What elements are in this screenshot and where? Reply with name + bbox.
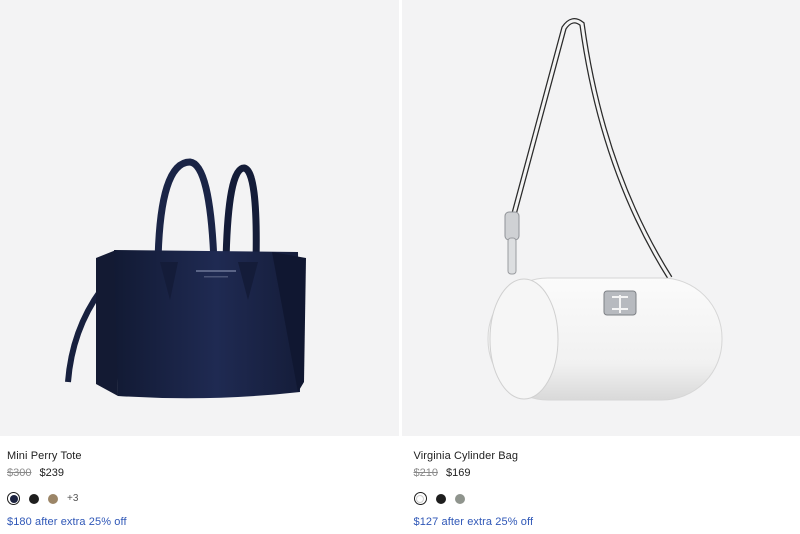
original-price: $210 (413, 467, 438, 479)
color-swatch-black[interactable] (29, 493, 39, 504)
product-image[interactable] (0, 0, 399, 436)
product-grid: Mini Perry Tote $300 $239 +3 $180 after … (0, 0, 800, 534)
color-swatch-sage[interactable] (454, 493, 465, 504)
promo-price: $127 after extra 25% off (413, 516, 534, 528)
white-cylinder-bag-icon (487, 18, 722, 401)
product-card[interactable]: Mini Perry Tote $300 $239 +3 $180 after … (0, 0, 400, 534)
color-swatch-taupe[interactable] (48, 493, 58, 504)
color-swatches (413, 492, 465, 505)
more-colors-link[interactable]: +3 (67, 493, 78, 504)
price-row: $300 $239 (7, 467, 64, 479)
navy-tote-bag-icon (65, 158, 306, 399)
product-image[interactable] (401, 0, 800, 436)
color-swatch-navy[interactable] (7, 492, 20, 505)
color-swatches: +3 (7, 492, 78, 505)
original-price: $300 (7, 467, 32, 479)
product-name[interactable]: Virginia Cylinder Bag (414, 450, 519, 462)
sale-price: $169 (445, 467, 471, 479)
product-name[interactable]: Mini Perry Tote (7, 450, 82, 462)
color-swatch-black[interactable] (435, 493, 446, 504)
sale-price: $239 (39, 467, 64, 479)
price-row: $210 $169 (414, 467, 471, 479)
product-card[interactable]: Virginia Cylinder Bag $210 $169 $127 aft… (399, 0, 800, 534)
promo-price: $180 after extra 25% off (7, 516, 127, 528)
color-swatch-white[interactable] (413, 492, 427, 505)
